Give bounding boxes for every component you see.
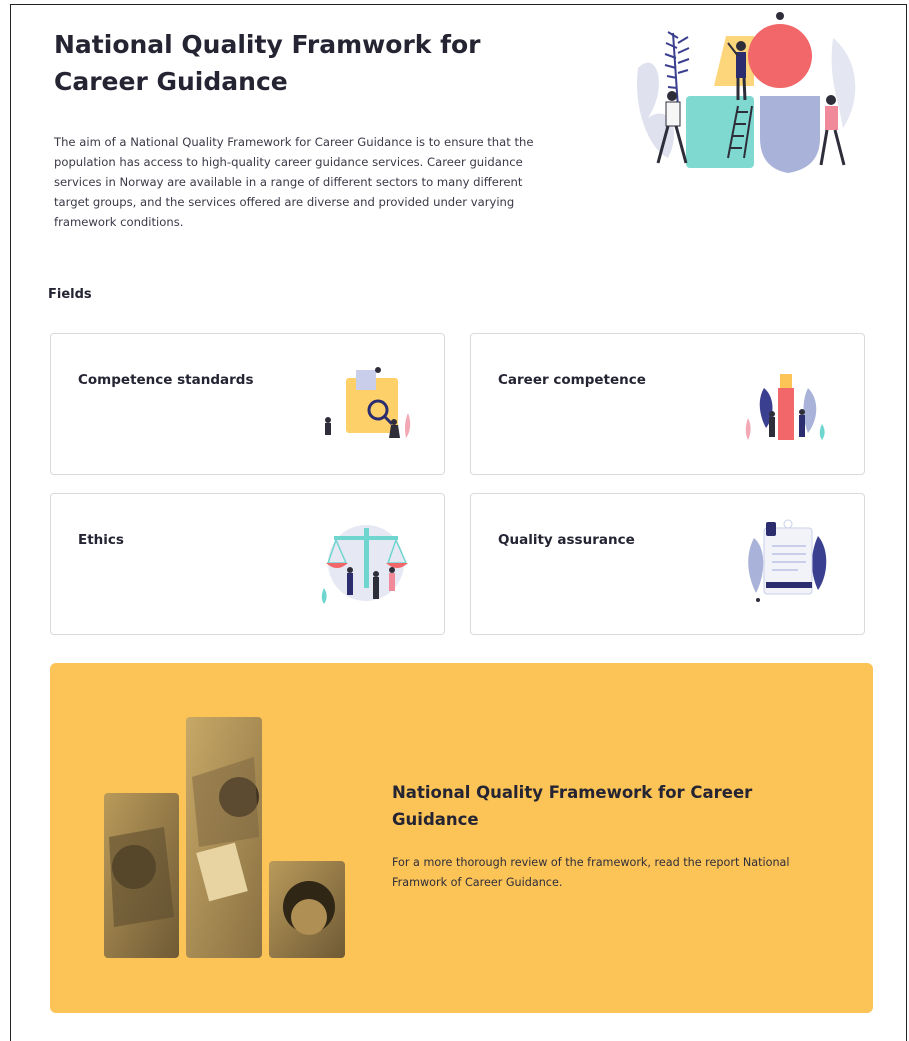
banner-title: National Quality Framework for Career Gu… (392, 783, 753, 829)
field-card-career-competence[interactable]: Career competence (470, 333, 865, 475)
quality-assurance-document-illustration (748, 519, 827, 602)
page-intro-text: The aim of a National Quality Framework … (54, 135, 534, 229)
banner-text: For a more thorough review of the framew… (392, 856, 790, 889)
hero-illustration (637, 12, 856, 173)
field-card-competence-standards[interactable]: Competence standards (50, 333, 445, 475)
page-title: National Quality Framwork for Career Gui… (54, 30, 481, 96)
field-card-quality-assurance[interactable]: Quality assurance (470, 493, 865, 635)
people-photo-collage (104, 717, 345, 958)
field-card-title: Quality assurance (498, 532, 635, 548)
career-competence-illustration (745, 374, 825, 440)
competence-standards-illustration (325, 367, 411, 438)
field-card-title: Ethics (78, 532, 124, 548)
ethics-scale-illustration (321, 525, 408, 604)
field-card-title: Competence standards (78, 372, 254, 388)
report-banner[interactable]: National Quality Framework for Career Gu… (50, 663, 873, 1013)
field-card-ethics[interactable]: Ethics (50, 493, 445, 635)
field-card-title: Career competence (498, 372, 646, 388)
fields-heading: Fields (48, 287, 92, 302)
